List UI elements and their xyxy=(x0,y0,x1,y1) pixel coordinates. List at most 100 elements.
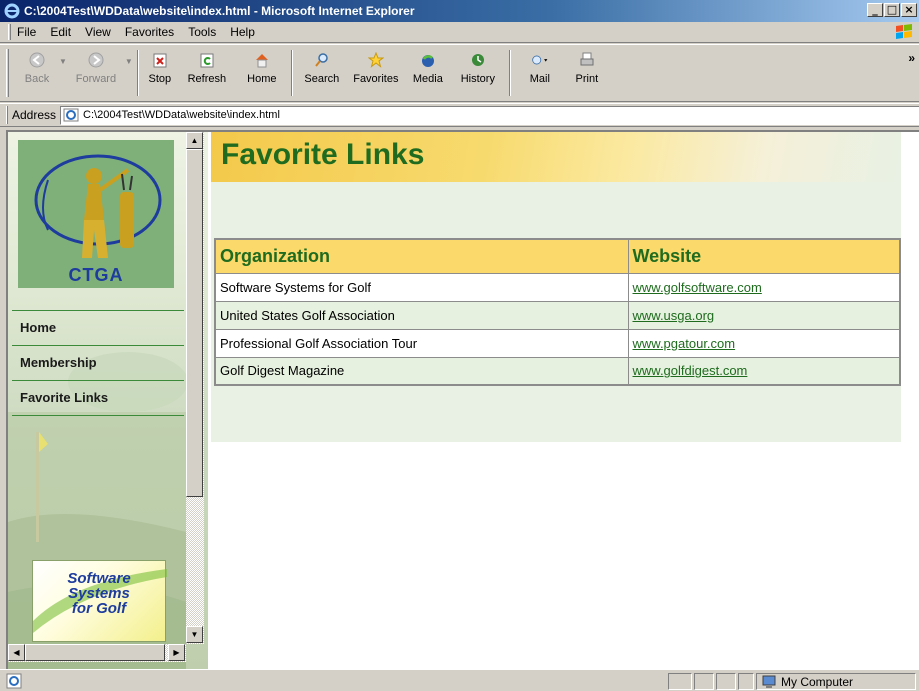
organization-cell: Golf Digest Magazine xyxy=(214,356,629,386)
menu-help[interactable]: Help xyxy=(230,25,255,39)
website-cell: www.usga.org xyxy=(627,300,901,330)
toolbar-separator xyxy=(290,50,293,96)
scroll-right-button[interactable]: ▶ xyxy=(168,644,185,661)
menu-file[interactable]: File xyxy=(17,25,36,39)
menu-edit[interactable]: Edit xyxy=(50,25,71,39)
home-icon xyxy=(253,51,271,69)
printer-icon xyxy=(578,51,596,69)
content-frame: Favorite Links Organization Website Soft… xyxy=(211,132,901,442)
star-icon xyxy=(367,51,385,69)
left-navigation-frame: CTGA Home Membership Favorite Links Soft… xyxy=(8,132,208,669)
ie-logo-icon xyxy=(4,3,20,19)
refresh-icon xyxy=(198,51,216,69)
table-row: Golf Digest Magazine www.golfdigest.com xyxy=(214,356,901,386)
history-button[interactable]: History xyxy=(451,45,505,101)
scroll-down-button[interactable]: ▼ xyxy=(186,626,203,643)
nav-home-link[interactable]: Home xyxy=(20,320,56,335)
media-button[interactable]: Media xyxy=(405,45,451,101)
page-icon xyxy=(63,108,79,122)
nav-divider xyxy=(12,380,184,381)
ctga-logo[interactable]: CTGA xyxy=(18,140,174,288)
history-icon xyxy=(469,51,487,69)
status-bar: My Computer xyxy=(0,669,919,691)
toolbar-grip[interactable] xyxy=(6,49,9,97)
sponsor-line: Systems xyxy=(68,585,130,602)
nav-favorite-links-link[interactable]: Favorite Links xyxy=(20,390,108,405)
scroll-up-button[interactable]: ▲ xyxy=(186,132,203,149)
website-cell: www.golfdigest.com xyxy=(627,356,901,386)
table-row: Professional Golf Association Tour www.p… xyxy=(214,328,901,358)
organization-cell: United States Golf Association xyxy=(214,300,629,330)
status-panel xyxy=(738,673,754,690)
refresh-button[interactable]: Refresh xyxy=(177,45,237,101)
forward-button[interactable]: Forward xyxy=(67,45,125,101)
address-input[interactable]: C:\2004Test\WDData\website\index.html ▼ xyxy=(60,105,919,125)
website-link[interactable]: www.golfsoftware.com xyxy=(633,280,762,295)
stop-button[interactable]: Stop xyxy=(143,45,177,101)
home-button[interactable]: Home xyxy=(237,45,287,101)
table-row: Software Systems for Golf www.golfsoftwa… xyxy=(214,272,901,302)
menu-tools[interactable]: Tools xyxy=(188,25,216,39)
nav-divider xyxy=(12,310,184,311)
nav-divider xyxy=(12,345,184,346)
menu-favorites[interactable]: Favorites xyxy=(125,25,174,39)
page-title: Favorite Links xyxy=(221,138,425,171)
print-button[interactable]: Print xyxy=(565,45,609,101)
sponsor-line: for Golf xyxy=(71,600,127,617)
page-banner: Favorite Links xyxy=(211,132,901,182)
horizontal-scroll-thumb[interactable] xyxy=(25,644,165,661)
sponsor-line: Software xyxy=(67,570,131,587)
standard-toolbar: Back ▼ Forward ▼ Stop Refresh Home Searc… xyxy=(0,44,919,102)
back-button[interactable]: Back xyxy=(15,45,59,101)
forward-arrow-icon xyxy=(87,51,105,69)
website-cell: www.pgatour.com xyxy=(627,328,901,358)
minimize-button[interactable]: _ xyxy=(867,3,883,17)
title-bar[interactable]: C:\2004Test\WDData\website\index.html - … xyxy=(0,0,919,22)
website-link[interactable]: www.golfdigest.com xyxy=(633,363,748,378)
address-value[interactable]: C:\2004Test\WDData\website\index.html xyxy=(83,109,280,121)
address-label: Address xyxy=(12,108,57,122)
website-link[interactable]: www.pgatour.com xyxy=(633,336,736,351)
website-cell: www.golfsoftware.com xyxy=(627,272,901,302)
toolbar-separator xyxy=(508,50,511,96)
back-dropdown-icon[interactable]: ▼ xyxy=(59,57,67,66)
status-panel xyxy=(716,673,736,690)
status-panel xyxy=(694,673,714,690)
browser-viewport: CTGA Home Membership Favorite Links Soft… xyxy=(6,130,919,669)
computer-icon xyxy=(762,675,776,688)
media-icon xyxy=(419,51,437,69)
nav-membership-link[interactable]: Membership xyxy=(20,355,97,370)
zone-label: My Computer xyxy=(781,674,854,689)
left-frame-horizontal-scrollbar[interactable]: ◀ ▶ xyxy=(8,644,186,662)
forward-dropdown-icon[interactable]: ▼ xyxy=(125,57,133,66)
addressbar-grip[interactable] xyxy=(6,106,8,124)
status-panel xyxy=(668,673,692,690)
vertical-scroll-thumb[interactable] xyxy=(186,149,203,497)
favorites-button[interactable]: Favorites xyxy=(347,45,405,101)
mail-button[interactable]: Mail xyxy=(515,45,565,101)
search-button[interactable]: Search xyxy=(297,45,347,101)
menubar-grip[interactable] xyxy=(8,24,11,40)
menu-bar: File Edit View Favorites Tools Help xyxy=(0,22,919,43)
address-bar: Address C:\2004Test\WDData\website\index… xyxy=(0,103,919,127)
window-title: C:\2004Test\WDData\website\index.html - … xyxy=(24,4,415,18)
left-frame-vertical-scrollbar[interactable]: ▲ ▼ xyxy=(186,132,204,644)
close-button[interactable]: × xyxy=(901,3,917,17)
column-header-organization: Organization xyxy=(214,238,629,274)
windows-logo-icon xyxy=(896,24,912,39)
search-icon xyxy=(313,51,331,69)
logo-text: CTGA xyxy=(68,265,124,285)
nav-divider xyxy=(12,415,184,416)
menu-view[interactable]: View xyxy=(85,25,111,39)
maximize-button[interactable]: □ xyxy=(884,3,900,17)
organization-cell: Professional Golf Association Tour xyxy=(214,328,629,358)
mail-icon xyxy=(531,51,549,69)
security-zone-panel[interactable]: My Computer xyxy=(756,673,916,690)
organization-cell: Software Systems for Golf xyxy=(214,272,629,302)
stop-icon xyxy=(151,51,169,69)
website-link[interactable]: www.usga.org xyxy=(633,308,715,323)
scroll-left-button[interactable]: ◀ xyxy=(8,644,25,661)
toolbar-overflow-button[interactable]: » xyxy=(908,51,915,65)
software-systems-logo[interactable]: Software Systems for Golf xyxy=(32,560,167,642)
back-arrow-icon xyxy=(28,51,46,69)
